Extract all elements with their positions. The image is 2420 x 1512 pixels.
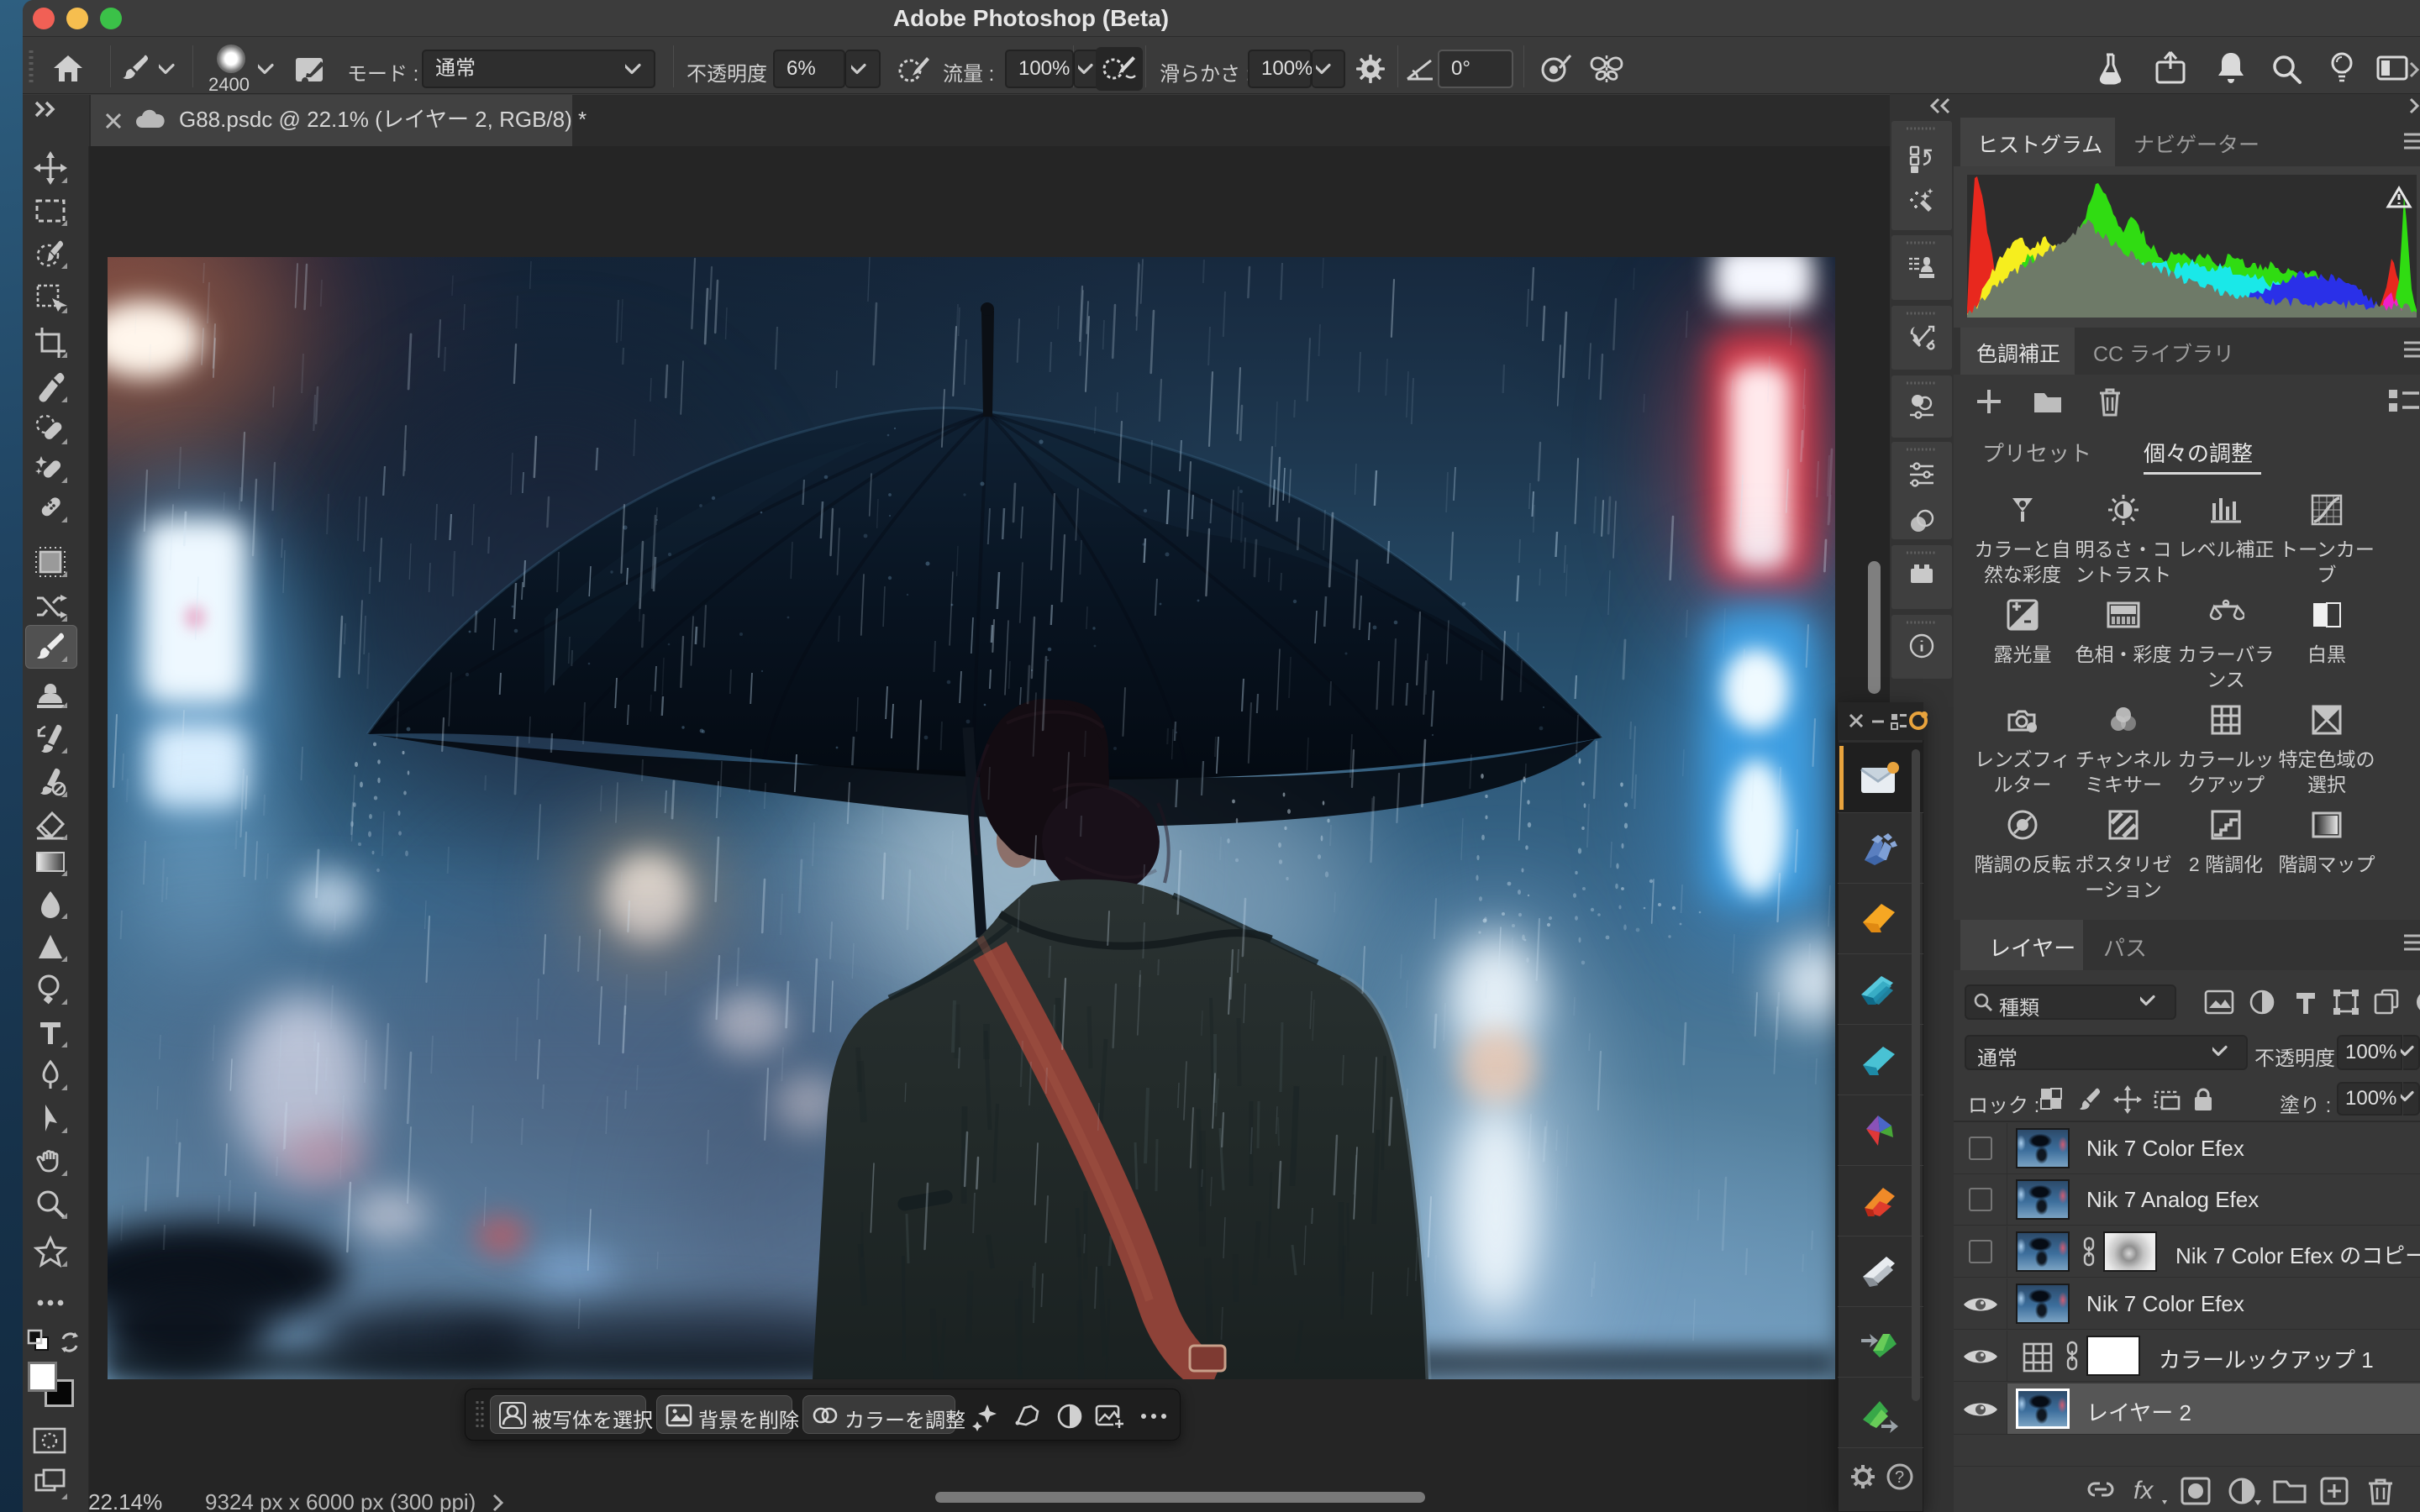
svg-text:fx: fx (2133, 1477, 2154, 1504)
svg-text:?: ? (1895, 1468, 1904, 1487)
